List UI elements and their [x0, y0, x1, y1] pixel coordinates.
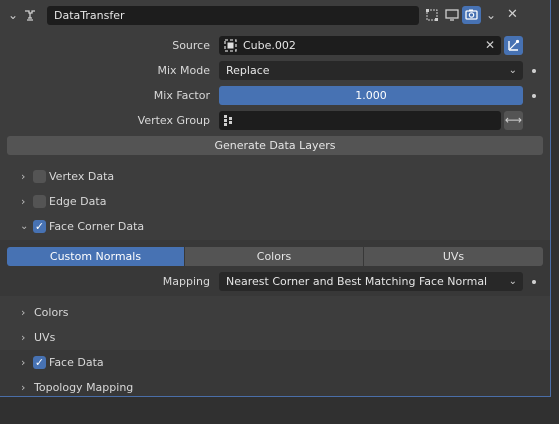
- chevron-down-icon[interactable]: ⌄: [20, 217, 28, 236]
- topology-mapping-label[interactable]: Topology Mapping: [34, 378, 133, 397]
- chevron-right-icon[interactable]: ›: [21, 192, 25, 211]
- face-data-checkbox[interactable]: ✓: [33, 356, 46, 369]
- colors-subsection-label[interactable]: Colors: [34, 303, 68, 322]
- render-camera-icon[interactable]: [462, 6, 481, 24]
- edit-mode-icon[interactable]: [424, 7, 440, 23]
- modifier-wrench-icon: [23, 8, 37, 25]
- mix-factor-slider[interactable]: 1.000: [219, 86, 523, 105]
- vertex-data-label[interactable]: Vertex Data: [49, 167, 114, 186]
- chevron-right-icon[interactable]: ›: [21, 167, 25, 186]
- source-value: Cube.002: [243, 39, 296, 52]
- vertex-data-checkbox[interactable]: [33, 170, 46, 183]
- chevron-right-icon[interactable]: ›: [21, 328, 25, 347]
- clear-source-icon[interactable]: ✕: [485, 36, 495, 55]
- collapse-chevron-icon[interactable]: ⌄: [8, 9, 18, 21]
- mapping-value: Nearest Corner and Best Matching Face No…: [226, 275, 488, 288]
- source-label: Source: [172, 39, 210, 52]
- animate-property-dot[interactable]: [532, 69, 536, 73]
- mapping-dropdown[interactable]: Nearest Corner and Best Matching Face No…: [219, 272, 523, 291]
- close-icon[interactable]: ✕: [507, 8, 518, 21]
- edge-data-checkbox[interactable]: [33, 195, 46, 208]
- source-object-field[interactable]: Cube.002 ✕: [219, 36, 501, 55]
- chevron-right-icon[interactable]: ›: [21, 353, 25, 372]
- chevron-down-icon: ⌄: [508, 276, 517, 287]
- vertex-group-label: Vertex Group: [137, 114, 210, 127]
- mix-factor-label: Mix Factor: [153, 89, 210, 102]
- mix-mode-label: Mix Mode: [157, 64, 210, 77]
- modifier-name-field[interactable]: DataTransfer: [47, 6, 419, 25]
- mix-mode-dropdown[interactable]: Replace ⌄: [219, 61, 523, 80]
- modifier-panel: ⌄ DataTransfer ⌄ ✕ Source Cube.002 ✕ Mix…: [0, 0, 551, 397]
- animate-property-dot[interactable]: [532, 94, 536, 98]
- vertex-group-field[interactable]: [219, 111, 501, 130]
- chevron-down-icon: ⌄: [508, 65, 517, 76]
- tab-uvs[interactable]: UVs: [364, 247, 543, 266]
- animate-property-dot[interactable]: [532, 280, 536, 284]
- generate-data-layers-button[interactable]: Generate Data Layers: [7, 136, 543, 155]
- object-transform-icon[interactable]: [504, 36, 523, 55]
- edge-data-label[interactable]: Edge Data: [49, 192, 106, 211]
- uvs-subsection-label[interactable]: UVs: [34, 328, 55, 347]
- chevron-right-icon[interactable]: ›: [21, 303, 25, 322]
- viewport-icon[interactable]: [444, 7, 460, 23]
- mix-mode-value: Replace: [226, 64, 270, 77]
- mesh-cube-icon: [224, 39, 237, 52]
- tab-colors[interactable]: Colors: [185, 247, 363, 266]
- face-corner-data-checkbox[interactable]: ✓: [33, 220, 46, 233]
- mapping-label: Mapping: [162, 275, 210, 288]
- chevron-right-icon[interactable]: ›: [21, 378, 25, 397]
- tab-custom-normals[interactable]: Custom Normals: [7, 247, 184, 266]
- face-data-label[interactable]: Face Data: [49, 353, 104, 372]
- vertex-group-icon: [223, 114, 236, 127]
- invert-arrows-icon[interactable]: ⟷: [504, 111, 523, 130]
- extra-chevron-icon[interactable]: ⌄: [486, 9, 496, 21]
- face-corner-data-label[interactable]: Face Corner Data: [49, 217, 144, 236]
